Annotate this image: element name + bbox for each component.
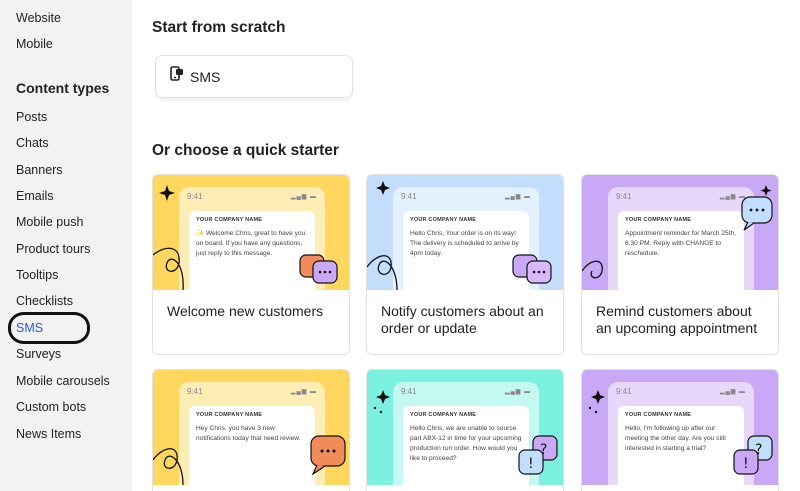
content-types-heading: Content types — [16, 80, 110, 96]
phone-status-icons: ▂▄▆ ▬ — [719, 194, 746, 200]
sms-message-preview: YOUR COMPANY NAME Appointment reminder f… — [618, 211, 744, 290]
phone-status-icons: ▂▄▆ ▬ — [719, 389, 746, 395]
phone-mockup: 9:41 ▂▄▆ ▬ YOUR COMPANY NAME ✨ Welcome C… — [179, 187, 325, 290]
sms-phone-icon — [170, 66, 184, 87]
main-content: Start from scratch SMS Or choose a quick… — [133, 0, 800, 491]
card-art: 9:41 ▂▄▆ ▬ YOUR COMPANY NAME Hey Chris, … — [153, 370, 349, 485]
sidebar-item-product-tours[interactable]: Product tours — [16, 242, 90, 256]
sms-message-preview: YOUR COMPANY NAME Hey Chris, you have 3 … — [189, 406, 315, 485]
sms-scratch-label: SMS — [190, 68, 221, 85]
phone-status-icons: ▂▄▆ ▬ — [290, 389, 317, 395]
card-art: 9:41 ▂▄▆ ▬ YOUR COMPANY NAME Hello Chris… — [367, 370, 563, 485]
card-title: Notify customers about an order or updat… — [381, 303, 544, 336]
phone-time: 9:41 — [187, 192, 203, 201]
message-text: Hello Chris, Your order is on its way! T… — [410, 230, 519, 257]
starter-card-notifications[interactable]: 9:41 ▂▄▆ ▬ YOUR COMPANY NAME Hey Chris, … — [152, 369, 350, 491]
phone-time: 9:41 — [401, 192, 417, 201]
phone-mockup: 9:41 ▂▄▆ ▬ YOUR COMPANY NAME Hello Chris… — [393, 382, 539, 485]
sms-message-preview: YOUR COMPANY NAME Hello Chris, we are un… — [403, 406, 529, 485]
sidebar-item-mobile[interactable]: Mobile — [16, 37, 53, 51]
phone-status-icons: ▂▄▆ ▬ — [504, 389, 531, 395]
message-text: Hello Chris, we are unable to source par… — [410, 425, 522, 462]
message-text: ✨ Welcome Chris, great to have you on bo… — [196, 230, 306, 257]
sidebar-item-checklists[interactable]: Checklists — [16, 294, 73, 308]
phone-time: 9:41 — [616, 387, 632, 396]
sms-scratch-button[interactable]: SMS — [155, 55, 353, 98]
sidebar: Website Mobile Content types Posts Chats… — [0, 0, 132, 491]
sidebar-item-banners[interactable]: Banners — [16, 163, 63, 177]
company-name: YOUR COMPANY NAME — [410, 217, 477, 223]
card-title: Remind customers about an upcoming appoi… — [596, 303, 758, 336]
phone-time: 9:41 — [616, 192, 632, 201]
sidebar-item-mobile-carousels[interactable]: Mobile carousels — [16, 374, 110, 388]
starter-card-remind[interactable]: 9:41 ▂▄▆ ▬ YOUR COMPANY NAME Appointment… — [581, 174, 779, 355]
scratch-title: Start from scratch — [152, 19, 286, 36]
starter-card-order-issue[interactable]: 9:41 ▂▄▆ ▬ YOUR COMPANY NAME Hello Chris… — [366, 369, 564, 491]
message-text: Appointment reminder for March 25th, 6.3… — [625, 230, 737, 257]
phone-mockup: 9:41 ▂▄▆ ▬ YOUR COMPANY NAME Hello, I'm … — [608, 382, 754, 485]
sidebar-item-posts[interactable]: Posts — [16, 110, 47, 124]
company-name: YOUR COMPANY NAME — [196, 412, 263, 418]
card-art: 9:41 ▂▄▆ ▬ YOUR COMPANY NAME Hello Chris… — [367, 175, 563, 290]
sidebar-item-custom-bots[interactable]: Custom bots — [16, 400, 86, 414]
sidebar-item-news-items[interactable]: News Items — [16, 427, 81, 441]
starter-card-follow-up[interactable]: 9:41 ▂▄▆ ▬ YOUR COMPANY NAME Hello, I'm … — [581, 369, 779, 491]
sms-message-preview: YOUR COMPANY NAME Hello, I'm following u… — [618, 406, 744, 485]
card-art: 9:41 ▂▄▆ ▬ YOUR COMPANY NAME Hello, I'm … — [582, 370, 778, 485]
card-art: 9:41 ▂▄▆ ▬ YOUR COMPANY NAME Appointment… — [582, 175, 778, 290]
sidebar-item-website[interactable]: Website — [16, 11, 61, 25]
sms-message-preview: YOUR COMPANY NAME ✨ Welcome Chris, great… — [189, 211, 315, 290]
starter-card-welcome[interactable]: 9:41 ▂▄▆ ▬ YOUR COMPANY NAME ✨ Welcome C… — [152, 174, 350, 355]
sidebar-item-surveys[interactable]: Surveys — [16, 347, 61, 361]
starters-title: Or choose a quick starter — [152, 142, 339, 159]
company-name: YOUR COMPANY NAME — [410, 412, 477, 418]
message-text: Hey Chris, you have 3 new notifications … — [196, 425, 301, 442]
phone-mockup: 9:41 ▂▄▆ ▬ YOUR COMPANY NAME Hello Chris… — [393, 187, 539, 290]
sms-message-preview: YOUR COMPANY NAME Hello Chris, Your orde… — [403, 211, 529, 290]
phone-status-icons: ▂▄▆ ▬ — [290, 194, 317, 200]
message-text: Hello, I'm following up after our meetin… — [625, 425, 726, 452]
starter-card-notify[interactable]: 9:41 ▂▄▆ ▬ YOUR COMPANY NAME Hello Chris… — [366, 174, 564, 355]
sidebar-item-mobile-push[interactable]: Mobile push — [16, 215, 83, 229]
sidebar-item-tooltips[interactable]: Tooltips — [16, 268, 58, 282]
company-name: YOUR COMPANY NAME — [625, 412, 692, 418]
phone-time: 9:41 — [401, 387, 417, 396]
sidebar-item-chats[interactable]: Chats — [16, 136, 49, 150]
phone-status-icons: ▂▄▆ ▬ — [504, 194, 531, 200]
phone-mockup: 9:41 ▂▄▆ ▬ YOUR COMPANY NAME Hey Chris, … — [179, 382, 325, 485]
company-name: YOUR COMPANY NAME — [625, 217, 692, 223]
card-title: Welcome new customers — [167, 303, 324, 319]
svg-text:?: ? — [540, 442, 547, 458]
company-name: YOUR COMPANY NAME — [196, 217, 263, 223]
sidebar-item-emails[interactable]: Emails — [16, 189, 54, 203]
phone-time: 9:41 — [187, 387, 203, 396]
sidebar-item-sms[interactable]: SMS — [16, 321, 43, 335]
svg-text:?: ? — [755, 442, 762, 458]
phone-mockup: 9:41 ▂▄▆ ▬ YOUR COMPANY NAME Appointment… — [608, 187, 754, 290]
card-art: 9:41 ▂▄▆ ▬ YOUR COMPANY NAME ✨ Welcome C… — [153, 175, 349, 290]
